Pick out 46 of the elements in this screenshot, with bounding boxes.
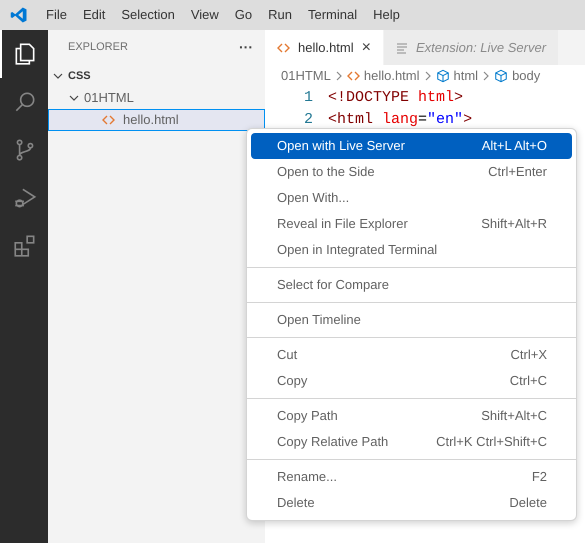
breadcrumb-item[interactable]: 01HTML xyxy=(281,66,331,86)
menu-item[interactable]: Copy Relative Path Ctrl+K Ctrl+Shift+C xyxy=(251,429,572,455)
menu-item[interactable]: Help xyxy=(365,5,408,25)
menu-item[interactable]: Select for Compare xyxy=(251,272,572,298)
code-line: <html lang="en"> xyxy=(327,110,472,130)
menu-item[interactable]: View xyxy=(182,5,227,25)
menu-item[interactable]: Delete Delete xyxy=(251,490,572,516)
breadcrumb-item[interactable]: html xyxy=(454,66,478,86)
document-icon xyxy=(396,42,408,54)
menu-item[interactable]: Copy Path Shift+Alt+C xyxy=(251,403,572,429)
menu-item[interactable]: Selection xyxy=(113,5,183,25)
more-actions-button[interactable]: ··· xyxy=(239,37,253,58)
cube-icon xyxy=(494,69,508,83)
menu-item[interactable]: File xyxy=(38,5,75,25)
menu-item[interactable]: Cut Ctrl+X xyxy=(251,342,572,368)
explorer-tree-row[interactable]: hello.html xyxy=(48,109,265,131)
menu-item[interactable]: Run xyxy=(260,5,300,25)
menu-item[interactable]: Open in Integrated Terminal xyxy=(251,237,572,263)
menu-item[interactable]: Open with Live Server Alt+L Alt+O xyxy=(251,133,572,159)
menu-item[interactable]: Rename... F2 xyxy=(251,464,572,490)
menu-item[interactable]: Edit xyxy=(74,5,114,25)
breadcrumb-item[interactable]: body xyxy=(512,66,540,86)
app-logo-icon xyxy=(10,6,28,24)
breadcrumb-item[interactable]: hello.html xyxy=(364,66,420,86)
cube-icon xyxy=(436,69,450,83)
code-icon xyxy=(102,114,115,126)
code-line: <!DOCTYPE html> xyxy=(327,88,464,108)
close-button[interactable]: × xyxy=(362,36,371,60)
chevron-icon xyxy=(424,71,432,81)
sidebar-title: EXPLORER xyxy=(68,40,128,56)
menu-item[interactable]: Open With... xyxy=(251,185,572,211)
chevron-icon xyxy=(482,71,490,81)
code-icon xyxy=(346,70,360,82)
editor-tab[interactable]: hello.html × xyxy=(265,30,383,65)
menu-item[interactable]: Reveal in File Explorer Shift+Alt+R xyxy=(251,211,572,237)
menu-item[interactable]: Copy Ctrl+C xyxy=(251,368,572,394)
line-number: 2 xyxy=(302,110,313,130)
menu-item[interactable]: Open to the Side Ctrl+Enter xyxy=(251,159,572,185)
menu-item[interactable]: Terminal xyxy=(300,5,366,25)
menu-item[interactable]: Open Timeline xyxy=(251,307,572,333)
menu-item[interactable]: Go xyxy=(226,5,260,25)
chevron-icon xyxy=(334,71,343,81)
line-number: 1 xyxy=(302,88,313,108)
code-icon xyxy=(277,42,290,54)
folder-label[interactable]: 01HTML xyxy=(84,88,134,108)
folder-label[interactable]: CSS xyxy=(68,68,91,84)
